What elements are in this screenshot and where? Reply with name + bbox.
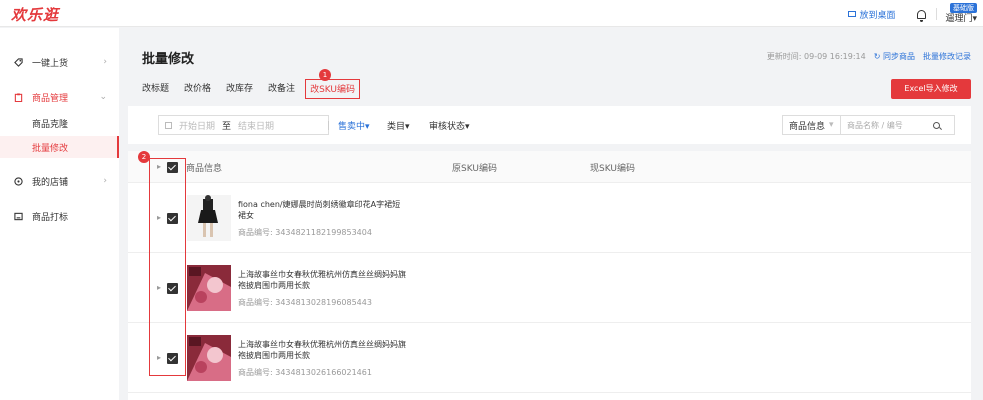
category-dropdown[interactable]: 类目▾ — [387, 119, 410, 132]
tab-edit-stock[interactable]: 改库存 — [226, 79, 253, 99]
column-header-product-info: 商品信息 — [186, 164, 223, 174]
tab-edit-title[interactable]: 改标题 — [142, 79, 169, 99]
store-icon — [14, 176, 23, 186]
end-date-placeholder[interactable]: 结束日期 — [238, 119, 274, 132]
monitor-icon — [848, 11, 857, 17]
sidebar-subitem-batch-edit[interactable]: 批量修改 — [0, 136, 119, 158]
product-title[interactable]: 上海故事丝巾女春秋优雅杭州仿真丝丝绸妈妈旗袍披肩围巾两用长款 — [238, 339, 408, 361]
date-range-picker[interactable]: 开始日期 至 结束日期 — [158, 115, 329, 135]
search-input[interactable] — [841, 120, 929, 130]
store-menu[interactable]: 基础版 遛理门▾ — [945, 3, 977, 25]
tab-edit-sku-code[interactable]: 改SKU编码 — [305, 79, 361, 99]
annotation-badge-2: 2 — [138, 151, 150, 163]
sidebar-item-label: 商品管理 — [32, 93, 69, 104]
sidebar-item-product-labeling[interactable]: 商品打标 — [0, 207, 119, 225]
chevron-right-icon: › — [103, 57, 107, 67]
divider — [936, 8, 938, 20]
top-bar: 欢乐逛 放到桌面 基础版 遛理门▾ — [0, 0, 983, 27]
sidebar-item-product-management[interactable]: 商品管理 ⌄ — [0, 88, 119, 106]
store-name[interactable]: 遛理门▾ — [945, 13, 977, 25]
search-type-select[interactable]: 商品信息 ▾ — [783, 116, 841, 134]
top-right-area: 放到桌面 基础版 遛理门▾ — [848, 2, 977, 26]
table-header: ▸ 商品信息 原SKU编码 现SKU编码 — [128, 151, 971, 183]
clipboard-icon — [14, 92, 23, 102]
sidebar-item-label: 一键上货 — [32, 58, 69, 69]
audit-status-dropdown[interactable]: 审核状态▾ — [429, 119, 470, 132]
chevron-down-icon: ⌄ — [99, 92, 107, 102]
sidebar-item-one-click-listing[interactable]: 一键上货 › — [0, 53, 119, 71]
filter-bar: 开始日期 至 结束日期 售卖中▾ 类目▾ 审核状态▾ 商品信息 ▾ — [128, 106, 971, 144]
app-logo[interactable]: 欢乐逛 — [11, 4, 59, 25]
sale-status-dropdown[interactable]: 售卖中▾ — [338, 119, 370, 132]
table-row: ▸ 上海故事丝巾女春秋优雅杭州仿真丝丝绸妈妈旗袍披肩围巾两用长款 商品编号: 3… — [128, 253, 971, 323]
version-badge: 基础版 — [950, 3, 977, 13]
calendar-icon — [165, 121, 172, 129]
sidebar-subitem-label: 批量修改 — [32, 143, 69, 154]
range-separator: 至 — [222, 121, 232, 132]
add-to-desktop-label: 放到桌面 — [859, 10, 896, 21]
divider — [328, 121, 329, 130]
product-table: ▸ 商品信息 原SKU编码 现SKU编码 ▸ fiona chen/婕娜晨时尚刺… — [128, 151, 971, 400]
sidebar-item-my-store[interactable]: 我的店铺 › — [0, 172, 119, 190]
search-type-value: 商品信息 — [789, 121, 826, 132]
caret-down-icon: ▾ — [829, 120, 834, 130]
sidebar-subitem-product-clone[interactable]: 商品克隆 — [0, 112, 119, 134]
sync-products-label: 同步商品 — [883, 52, 915, 61]
start-date-placeholder[interactable]: 开始日期 — [179, 119, 215, 132]
search-icon[interactable] — [933, 121, 940, 129]
edit-tabs: 改标题 改价格 改库存 改备注 改SKU编码 — [142, 79, 375, 99]
batch-edit-history-link[interactable]: 批量修改记录 — [923, 51, 971, 62]
add-to-desktop-link[interactable]: 放到桌面 — [848, 8, 895, 21]
search-box: 商品信息 ▾ — [782, 115, 955, 135]
product-number: 商品编号: 3434813028196085443 — [238, 298, 372, 307]
product-number: 商品编号: 3434821182199853404 — [238, 228, 372, 237]
table-row: ▸ fiona chen/婕娜晨时尚刺绣徽章印花A字裙短裙女 商品编号: 343… — [128, 183, 971, 253]
excel-import-button[interactable]: Excel导入修改 — [891, 79, 971, 99]
product-thumbnail[interactable] — [187, 335, 231, 381]
product-title[interactable]: fiona chen/婕娜晨时尚刺绣徽章印花A字裙短裙女 — [238, 199, 408, 221]
update-info: 更新时间: 09-09 16:19:14 ↻ 同步商品 批量修改记录 — [767, 51, 971, 62]
annotation-badge-1: 1 — [319, 69, 331, 81]
annotation-highlight-box — [149, 158, 186, 376]
product-thumbnail[interactable] — [187, 195, 231, 241]
sync-products-link[interactable]: ↻ 同步商品 — [874, 51, 915, 62]
tab-edit-price[interactable]: 改价格 — [184, 79, 211, 99]
bell-icon[interactable] — [917, 9, 927, 22]
sidebar-item-label: 商品打标 — [32, 212, 69, 223]
chevron-right-icon: › — [103, 176, 107, 186]
page-title: 批量修改 — [142, 52, 195, 67]
table-row: ▸ 上海故事丝巾女春秋优雅杭州仿真丝丝绸妈妈旗袍披肩围巾两用长款 商品编号: 3… — [128, 323, 971, 393]
product-title[interactable]: 上海故事丝巾女春秋优雅杭州仿真丝丝绸妈妈旗袍披肩围巾两用长款 — [238, 269, 408, 291]
label-icon — [14, 212, 23, 220]
column-header-current-sku: 现SKU编码 — [590, 164, 635, 174]
update-time: 更新时间: 09-09 16:19:14 — [766, 52, 866, 61]
column-header-original-sku: 原SKU编码 — [452, 164, 497, 174]
tag-icon — [14, 57, 23, 67]
product-number: 商品编号: 3434813026166021461 — [238, 368, 372, 377]
product-thumbnail[interactable] — [187, 265, 231, 311]
sidebar: 一键上货 › 商品管理 ⌄ 商品克隆 批量修改 我的店铺 › 商品打标 — [0, 28, 119, 400]
sidebar-subitem-label: 商品克隆 — [32, 119, 69, 130]
sidebar-item-label: 我的店铺 — [32, 177, 69, 188]
tab-edit-note[interactable]: 改备注 — [268, 79, 295, 99]
